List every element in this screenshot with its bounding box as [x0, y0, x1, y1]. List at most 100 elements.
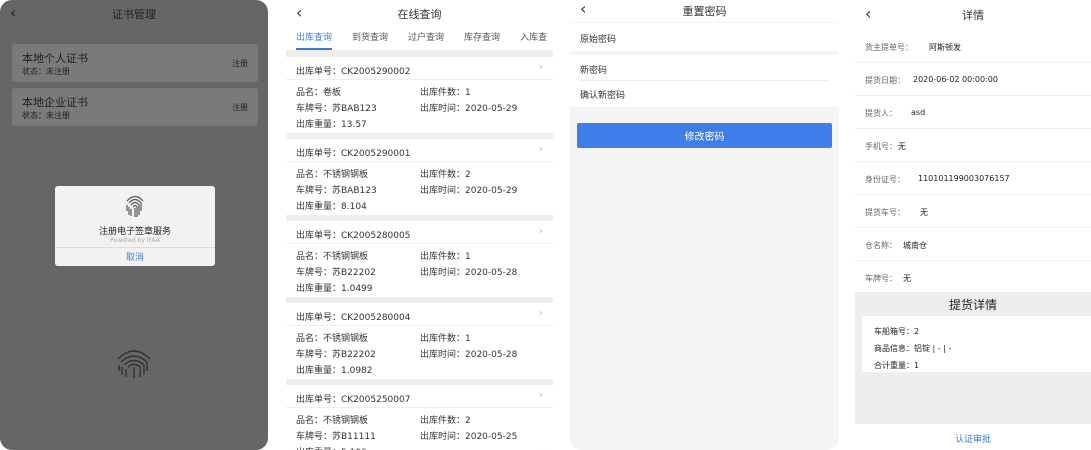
detail-line: 商品信息：铝锭 | - | - [874, 344, 952, 353]
tab-arrival[interactable]: 到货查询 [352, 28, 388, 50]
dialog-powered: Powered by IFAA [110, 237, 160, 244]
back-icon[interactable]: ‹ [580, 0, 586, 18]
online-query-screen: ‹ 在线查询 出库查询 到货查询 过户查询 库存查询 入库查 出库单号：CK20… [286, 0, 553, 450]
outbound-count: 出库件数：1 [420, 252, 471, 262]
detail-row: 提货日期： 2020-06-02 00:00:00 [855, 63, 1091, 96]
detail-label: 车牌号： [865, 274, 897, 283]
chevron-right-icon: › [538, 142, 543, 155]
cert-item-personal[interactable]: 本地个人证书 状态：未注册 注册 [12, 44, 258, 82]
fingerprint-dialog: 注册电子签章服务 Powered by IFAA 取消 [55, 186, 215, 266]
outbound-weight: 出库重量：1.0982 [296, 366, 373, 376]
detail-label: 身份证号： [865, 175, 905, 184]
divider [286, 325, 553, 326]
detail-row: 提货人： asd [855, 96, 1091, 129]
tab-outbound[interactable]: 出库查询 [296, 28, 333, 50]
tab-stock[interactable]: 库存查询 [464, 28, 500, 50]
cert-title: 本地个人证书 [22, 52, 88, 65]
detail-value: asd [911, 108, 926, 117]
plate-number: 车牌号：苏B22202 [296, 350, 376, 360]
register-button[interactable]: 注册 [232, 102, 248, 113]
page-title: 证书管理 [112, 8, 156, 21]
page-title: 详情 [962, 9, 984, 22]
order-card[interactable]: 出库单号：CK2005290002 › 品名：卷板 出库件数：1 车牌号：苏BAB123… [286, 57, 553, 133]
nav-bar: ‹ 重置密码 [570, 0, 839, 22]
outbound-count: 出库件数：2 [420, 416, 471, 426]
back-icon[interactable]: ‹ [865, 5, 871, 23]
outbound-weight: 出库重量：13.57 [296, 120, 367, 130]
chevron-right-icon: › [538, 224, 543, 237]
outbound-time: 出库时间：2020-05-25 [420, 432, 518, 442]
order-card[interactable]: 出库单号：CK2005280005 › 品名：不锈钢钢板 出库件数：1 车牌号：苏B22… [286, 221, 553, 297]
header: ‹ 在线查询 出库查询 到货查询 过户查询 库存查询 入库查 [286, 0, 553, 50]
order-number: 出库单号：CK2005280005 [296, 231, 411, 241]
page-title: 在线查询 [397, 8, 442, 21]
product-name: 品名：不锈钢钢板 [296, 334, 369, 344]
detail-value: 无 [920, 208, 928, 217]
outbound-time: 出库时间：2020-05-28 [420, 350, 518, 360]
outbound-time: 出库时间：2020-05-28 [420, 268, 518, 278]
register-button[interactable]: 注册 [232, 58, 248, 69]
product-name: 品名：不锈钢钢板 [296, 252, 369, 262]
detail-value: 2020-06-02 00:00:00 [913, 75, 998, 84]
order-card[interactable]: 出库单号：CK2005280004 › 品名：不锈钢钢板 出库件数：1 车牌号：苏B22… [286, 303, 553, 379]
product-name: 品名：卷板 [296, 88, 342, 98]
plate-number: 车牌号：苏BAB123 [296, 104, 377, 114]
order-card[interactable]: 出库单号：CK2005290001 › 品名：不锈钢钢板 出库件数：2 车牌号：苏BAB… [286, 139, 553, 215]
pickup-detail-section: 提货详情 车船箱号：2 商品信息：铝锭 | - | - 合计重量：1 [855, 292, 1091, 424]
chevron-right-icon: › [538, 306, 543, 319]
pickup-detail-box: 车船箱号：2 商品信息：铝锭 | - | - 合计重量：1 [862, 316, 1091, 372]
detail-value: 无 [903, 274, 911, 283]
product-name: 品名：不锈钢钢板 [296, 416, 369, 426]
new-password-field[interactable]: 新密码 [580, 63, 607, 76]
outbound-count: 出库件数：2 [420, 170, 471, 180]
cert-manage-screen: ‹ 证书管理 本地个人证书 状态：未注册 注册 本地企业证书 状态：未注册 注册… [0, 0, 268, 450]
cert-item-enterprise[interactable]: 本地企业证书 状态：未注册 注册 [12, 88, 258, 126]
tab-inbound[interactable]: 入库查 [520, 28, 547, 50]
auth-approve-button[interactable]: 认证审批 [855, 432, 1091, 445]
cancel-button[interactable]: 取消 [55, 250, 215, 263]
detail-label: 货主提单号： [865, 43, 913, 52]
order-number: 出库单号：CK2005250007 [296, 395, 411, 405]
divider [286, 79, 553, 80]
detail-value: 城南仓 [903, 241, 927, 250]
outbound-weight: 出库重量：8.104 [296, 202, 367, 212]
detail-value: 110101199003076157 [918, 174, 1010, 183]
tab-bar: 出库查询 到货查询 过户查询 库存查询 入库查 [286, 28, 553, 50]
divider [286, 243, 553, 244]
order-card[interactable]: 出库单号：CK2005250007 › 品名：不锈钢钢板 出库件数：2 车牌号：苏B11… [286, 385, 553, 450]
detail-screen: ‹ 详情 货主提单号： 阿斯顿发 提货日期： 2020-06-02 00:00:00 提… [855, 0, 1091, 450]
divider [580, 80, 829, 81]
cert-title: 本地企业证书 [22, 96, 88, 109]
field-label: 原始密码 [580, 35, 617, 45]
old-password-field[interactable]: 原始密码 [570, 23, 839, 51]
dialog-title: 注册电子签章服务 [98, 227, 171, 237]
plate-number: 车牌号：苏BAB123 [296, 186, 377, 196]
reset-password-screen: ‹ 重置密码 原始密码 新密码 确认新密码 修改密码 [570, 0, 839, 450]
detail-line: 车船箱号：2 [874, 327, 920, 336]
section-title: 提货详情 [948, 298, 997, 312]
confirm-password-field[interactable]: 确认新密码 [580, 88, 625, 101]
tab-transfer[interactable]: 过户查询 [408, 28, 444, 50]
order-number: 出库单号：CK2005290002 [296, 67, 411, 77]
detail-line: 合计重量：1 [874, 361, 920, 370]
detail-label: 提货日期： [865, 76, 905, 85]
nav-bar: ‹ 在线查询 [286, 0, 553, 28]
outbound-weight: 出库重量：1.0499 [296, 284, 373, 294]
detail-row: 货主提单号： 阿斯顿发 [855, 30, 1091, 63]
cert-status: 状态：未注册 [22, 67, 70, 76]
back-icon[interactable]: ‹ [10, 4, 16, 22]
product-name: 品名：不锈钢钢板 [296, 170, 369, 180]
divider [286, 161, 553, 162]
detail-row: 身份证号： 110101199003076157 [855, 162, 1091, 195]
chevron-right-icon: › [538, 60, 543, 73]
change-password-button[interactable]: 修改密码 [577, 123, 832, 148]
detail-row: 车牌号： 无 [855, 261, 1091, 294]
back-icon[interactable]: ‹ [296, 4, 302, 22]
detail-label: 手机号： [865, 142, 897, 151]
fingerprint-icon[interactable] [114, 345, 154, 379]
detail-row: 仓名称： 城南仓 [855, 228, 1091, 261]
fingerprint-icon [126, 195, 144, 217]
outbound-weight: 出库重量：5.106 [296, 445, 367, 450]
detail-label: 仓名称： [865, 241, 897, 250]
order-number: 出库单号：CK2005280004 [296, 313, 411, 323]
